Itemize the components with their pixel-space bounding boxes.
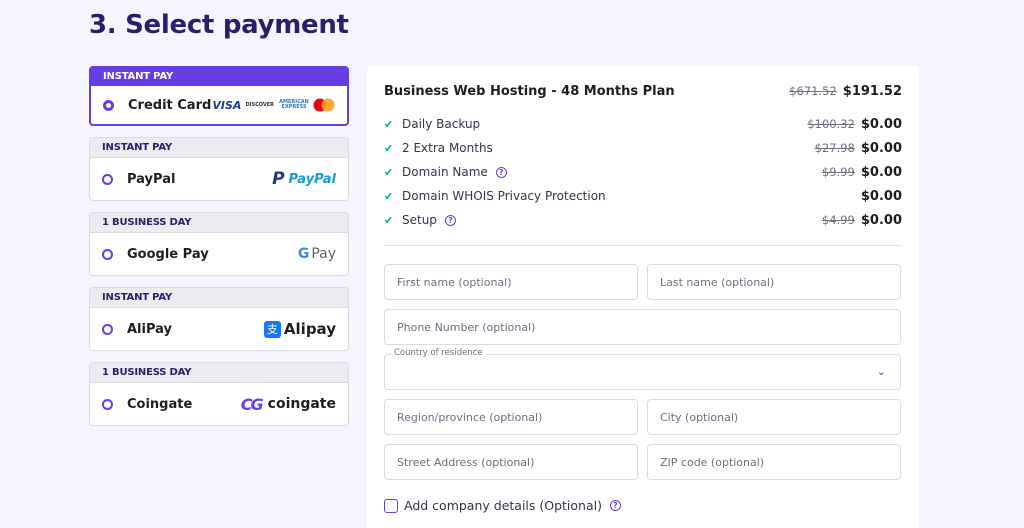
feature-price: $0.00	[860, 164, 902, 180]
feature-price: $0.00	[860, 140, 902, 156]
coingate-logo-text: coingate	[267, 396, 336, 412]
payment-name: Coingate	[127, 396, 193, 412]
paypal-logo: P PayPal	[272, 169, 336, 189]
company-details-checkbox[interactable]	[384, 498, 398, 513]
payment-option-alipay[interactable]: INSTANT PAY AliPay 支 Alipay	[89, 287, 349, 351]
feature-name: 2 Extra Months	[402, 141, 493, 155]
visa-logo-icon: VISA	[212, 98, 242, 112]
phone-field[interactable]	[384, 309, 901, 345]
alipay-icon: 支	[263, 320, 281, 338]
payment-name: AliPay	[127, 321, 172, 337]
region-input[interactable]	[385, 400, 637, 434]
payment-speed-tag: INSTANT PAY	[90, 288, 348, 308]
radio-unselected[interactable]	[102, 323, 113, 335]
feature-name: Domain WHOIS Privacy Protection	[402, 189, 606, 203]
feature-old-price: $9.99	[821, 164, 855, 179]
check-icon: ✔	[384, 141, 394, 155]
payment-speed-tag: INSTANT PAY	[90, 138, 348, 158]
last-name-input[interactable]	[648, 265, 900, 299]
divider	[384, 245, 902, 246]
coingate-icon: CG	[240, 394, 264, 414]
last-name-field[interactable]	[647, 264, 901, 300]
card-logos: VISA DISCOVER AMERICAN EXPRESS	[212, 98, 335, 112]
chevron-down-icon[interactable]: ⌄	[877, 365, 886, 378]
city-field[interactable]	[647, 399, 901, 435]
plan-name: Business Web Hosting - 48 Months Plan	[384, 84, 675, 99]
mastercard-logo-icon	[313, 98, 335, 112]
payment-name: PayPal	[127, 171, 176, 187]
discover-logo-icon: DISCOVER	[245, 102, 274, 108]
check-icon: ✔	[384, 189, 394, 203]
feature-name: Domain Name	[402, 165, 488, 179]
payment-method-list: INSTANT PAY Credit Card VISA DISCOVER AM…	[89, 66, 349, 437]
payment-speed-tag: 1 BUSINESS DAY	[90, 213, 348, 233]
payment-speed-tag: 1 BUSINESS DAY	[90, 363, 348, 383]
plan-old-price: $671.52	[789, 84, 837, 98]
country-label: Country of residence	[391, 348, 486, 358]
first-name-field[interactable]	[384, 264, 638, 300]
zip-field[interactable]	[647, 444, 901, 480]
plan-row: Business Web Hosting - 48 Months Plan $6…	[384, 84, 902, 99]
payment-option-coingate[interactable]: 1 BUSINESS DAY Coingate CG coingate	[89, 362, 349, 426]
plan-price: $191.52	[842, 84, 902, 99]
radio-unselected[interactable]	[102, 398, 113, 410]
city-input[interactable]	[648, 400, 900, 434]
help-icon[interactable]: ?	[444, 214, 456, 226]
feature-item: ✔ Daily Backup $100.32 $0.00	[384, 112, 902, 136]
gpay-logo-text: Pay	[311, 246, 336, 262]
payment-name: Credit Card	[128, 97, 212, 113]
feature-item: ✔ Domain WHOIS Privacy Protection $0.00	[384, 184, 902, 208]
feature-old-price: $100.32	[807, 116, 855, 131]
payment-name: Google Pay	[127, 246, 209, 262]
paypal-p-icon: P	[272, 169, 285, 189]
help-icon[interactable]: ?	[609, 500, 621, 511]
phone-input[interactable]	[385, 310, 900, 344]
paypal-logo-text: PayPal	[288, 171, 336, 187]
order-summary-panel: Business Web Hosting - 48 Months Plan $6…	[367, 66, 919, 528]
street-field[interactable]	[384, 444, 638, 480]
check-icon: ✔	[384, 213, 394, 227]
feature-item: ✔ Domain Name? $9.99 $0.00	[384, 160, 902, 184]
feature-name: Setup	[402, 213, 437, 227]
alipay-logo-text: Alipay	[283, 320, 336, 338]
feature-list: ✔ Daily Backup $100.32 $0.00 ✔ 2 Extra Mo…	[384, 112, 902, 232]
payment-option-credit-card[interactable]: INSTANT PAY Credit Card VISA DISCOVER AM…	[89, 66, 349, 126]
first-name-input[interactable]	[385, 265, 637, 299]
payment-speed-tag: INSTANT PAY	[91, 68, 347, 86]
feature-old-price: $4.99	[821, 212, 855, 227]
check-icon: ✔	[384, 165, 394, 179]
page-title: 3. Select payment	[89, 10, 349, 40]
company-details-label[interactable]: Add company details (Optional)	[404, 498, 602, 513]
company-details-option[interactable]: Add company details (Optional) ?	[384, 498, 621, 513]
feature-name: Daily Backup	[402, 117, 481, 131]
feature-price: $0.00	[860, 212, 902, 228]
feature-old-price: $27.98	[814, 140, 855, 155]
payment-option-paypal[interactable]: INSTANT PAY PayPal P PayPal	[89, 137, 349, 201]
google-pay-logo: G Pay	[298, 246, 336, 262]
feature-price: $0.00	[860, 116, 902, 132]
zip-input[interactable]	[648, 445, 900, 479]
radio-selected[interactable]	[103, 99, 114, 111]
feature-item: ✔ Setup? $4.99 $0.00	[384, 208, 902, 232]
check-icon: ✔	[384, 117, 394, 131]
radio-unselected[interactable]	[102, 248, 113, 260]
google-g-icon: G	[297, 246, 310, 262]
region-field[interactable]	[384, 399, 638, 435]
alipay-logo: 支 Alipay	[263, 320, 336, 338]
coingate-logo: CG coingate	[241, 395, 336, 414]
amex-logo-icon: AMERICAN EXPRESS	[279, 99, 309, 110]
radio-unselected[interactable]	[102, 173, 113, 185]
feature-price: $0.00	[860, 188, 902, 204]
country-select[interactable]: Country of residence ⌄	[384, 348, 901, 390]
feature-item: ✔ 2 Extra Months $27.98 $0.00	[384, 136, 902, 160]
help-icon[interactable]: ?	[495, 166, 507, 178]
street-input[interactable]	[385, 445, 637, 479]
payment-option-google-pay[interactable]: 1 BUSINESS DAY Google Pay G Pay	[89, 212, 349, 276]
